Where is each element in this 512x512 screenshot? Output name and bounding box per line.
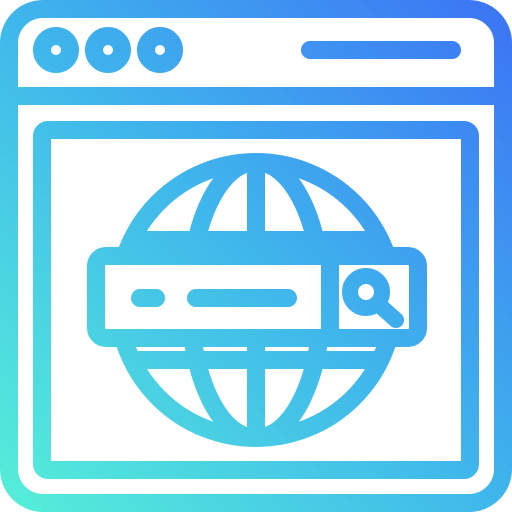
window-dot-icon (33, 27, 79, 73)
icon-canvas (0, 0, 512, 512)
window-dot-icon (85, 27, 131, 73)
browser-web-search-icon (0, 0, 512, 512)
window-dot-icon (137, 27, 183, 73)
search-bar-icon (87, 247, 427, 347)
